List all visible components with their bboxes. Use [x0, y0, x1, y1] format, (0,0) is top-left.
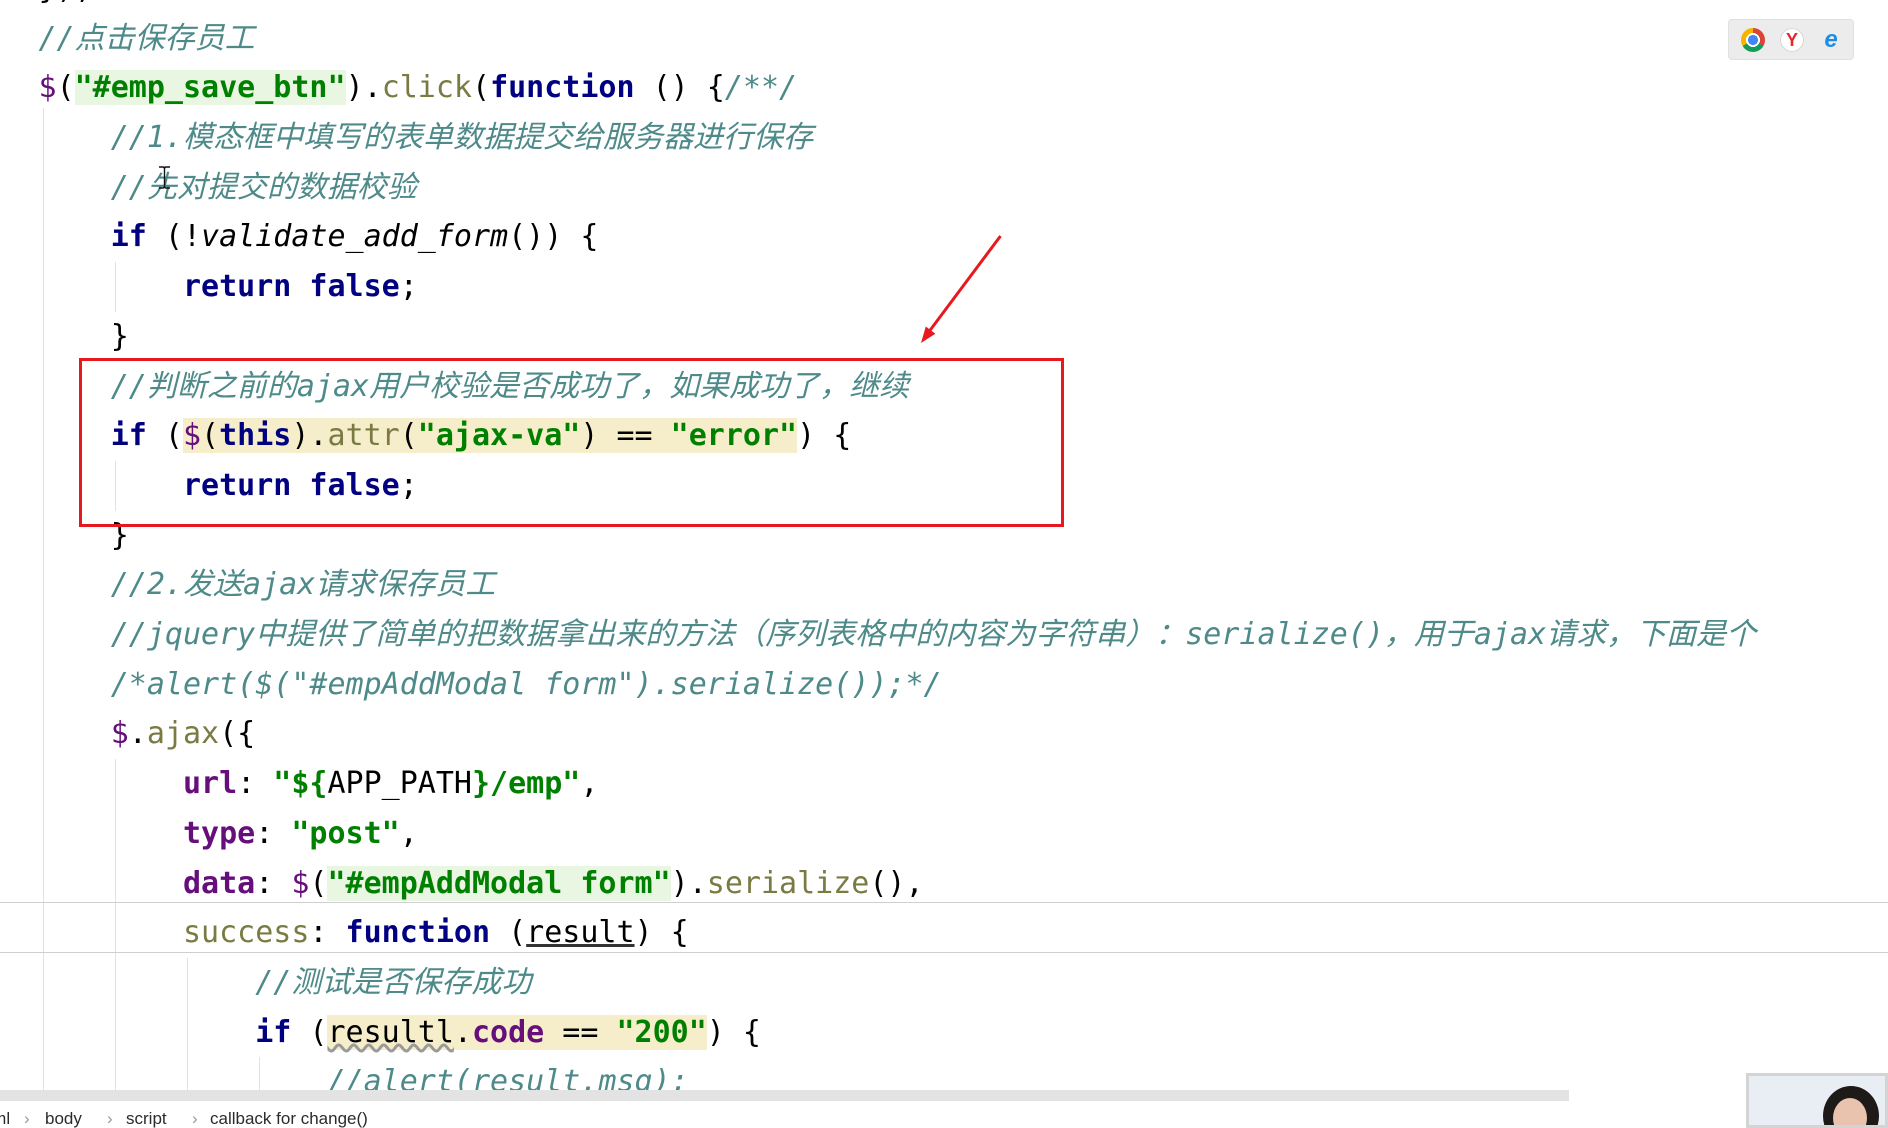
code-line[interactable]: }); [39, 0, 93, 14]
code-line[interactable]: //点击保存员工 [39, 14, 255, 64]
code-text: . [128, 716, 147, 752]
code-comment: /**/ [724, 70, 798, 106]
code-text: APP_PATH [327, 766, 472, 802]
code-comment: //2.发送ajax请求保存员工 [110, 567, 496, 603]
string-literal: "${ [273, 766, 328, 802]
code-comment: //jquery中提供了简单的把数据拿出来的方法（序列表格中的内容为字符串）：s… [110, 617, 1757, 653]
method-name: click [381, 70, 472, 106]
method-name: ajax [146, 716, 220, 752]
code-line[interactable]: /*alert($("#empAddModal form").serialize… [39, 660, 942, 710]
string-literal: "#empAddModal form" [327, 865, 671, 901]
function-call-name: validate_add_form [201, 219, 509, 255]
jquery-dollar: $ [38, 70, 57, 106]
code-text: == [544, 1014, 617, 1050]
breadcrumb-item-html[interactable]: html [0, 1109, 10, 1128]
code-text: ( [309, 865, 328, 901]
code-text: ) { [634, 915, 689, 951]
code-text: : [255, 815, 292, 851]
code-text: () { [634, 70, 725, 106]
breadcrumb-item-script[interactable]: script [126, 1109, 167, 1128]
annotation-highlight-box [79, 358, 1064, 527]
code-text: ( [472, 70, 491, 106]
code-text: ( [490, 915, 527, 951]
method-name: serialize [706, 865, 870, 901]
code-text: . [453, 1014, 472, 1050]
code-line[interactable]: url: "${APP_PATH}/emp", [39, 759, 599, 809]
code-comment: //点击保存员工 [38, 20, 255, 56]
jquery-dollar: $ [291, 865, 310, 901]
code-text: ). [345, 70, 382, 106]
keyword-token: function [490, 70, 635, 106]
breadcrumb: html › body › script › callback for chan… [0, 1103, 1746, 1128]
keyword-token: return [182, 269, 292, 305]
code-comment: //alert(result.msg); [327, 1064, 689, 1090]
code-text: ). [670, 865, 707, 901]
code-comment: //1.模态框中填写的表单数据提交给服务器进行保存 [110, 120, 813, 156]
code-text: ) { [706, 1014, 761, 1050]
breadcrumb-item-body[interactable]: body [45, 1109, 82, 1128]
code-line[interactable]: $.ajax({ [39, 709, 256, 759]
keyword-token: function [345, 915, 491, 951]
string-literal: "#emp_save_btn" [74, 70, 346, 106]
code-comment: //先对提交的数据校验 [110, 169, 417, 205]
browser-preview-toolbar: Y e [1728, 19, 1854, 60]
string-literal: "200" [616, 1014, 707, 1050]
code-text: ( [56, 70, 75, 106]
breadcrumb-item-callback[interactable]: callback for change() [210, 1109, 368, 1128]
code-text: , [580, 766, 599, 802]
code-line[interactable]: //alert(result.msg); [39, 1057, 689, 1090]
breadcrumb-separator: › [192, 1109, 198, 1128]
property-name: type [182, 815, 256, 851]
code-text: , [399, 815, 418, 851]
code-text: }); [39, 0, 93, 6]
chrome-icon[interactable] [1741, 28, 1765, 52]
string-literal: }/emp" [471, 766, 581, 802]
code-text: resultl [327, 1014, 454, 1050]
code-line[interactable]: data: $("#empAddModal form").serialize()… [39, 859, 924, 909]
code-text: : [255, 865, 292, 901]
code-text: ( [291, 1014, 328, 1050]
breadcrumb-separator: › [24, 1109, 30, 1128]
code-line[interactable]: //1.模态框中填写的表单数据提交给服务器进行保存 [39, 113, 813, 163]
string-literal: "post" [291, 815, 400, 851]
ie-icon[interactable]: e [1819, 26, 1843, 53]
code-line[interactable]: } [39, 312, 129, 362]
code-line[interactable]: return false; [39, 262, 418, 312]
jquery-dollar: $ [110, 716, 129, 752]
code-text: ({ [219, 716, 256, 752]
code-line[interactable]: //先对提交的数据校验 [39, 163, 417, 213]
property-name: code [471, 1014, 545, 1050]
code-line[interactable]: if (resultl.code == "200") { [39, 1008, 761, 1058]
code-text: : [309, 915, 346, 951]
code-text: : [237, 766, 274, 802]
code-comment: /*alert($("#empAddModal form").serialize… [110, 666, 942, 702]
code-line[interactable]: type: "post", [39, 809, 418, 859]
keyword-token: if [110, 219, 147, 255]
method-name: success [182, 915, 310, 951]
keyword-token: false [309, 269, 400, 305]
code-line[interactable]: //测试是否保存成功 [39, 958, 532, 1008]
code-comment: //测试是否保存成功 [255, 964, 532, 1000]
code-line[interactable]: //2.发送ajax请求保存员工 [39, 560, 496, 610]
code-line[interactable]: //jquery中提供了简单的把数据拿出来的方法（序列表格中的内容为字符串）：s… [39, 610, 1757, 660]
yandex-icon[interactable]: Y [1780, 28, 1804, 52]
code-line[interactable]: success: function (result) { [39, 908, 689, 958]
breadcrumb-separator: › [107, 1109, 113, 1128]
code-text: } [110, 318, 129, 354]
code-line[interactable]: if (!validate_add_form()) { [39, 212, 599, 262]
keyword-token: if [255, 1014, 292, 1050]
code-text: ()) { [508, 219, 599, 255]
code-text: (! [146, 219, 202, 255]
property-name: data [182, 865, 256, 901]
code-text: ; [399, 269, 418, 305]
code-editor[interactable]: });//点击保存员工$("#emp_save_btn").click(func… [0, 0, 1888, 1090]
property-name: url [182, 766, 238, 802]
code-text: result [526, 915, 635, 951]
code-text: (), [869, 865, 924, 901]
webcam-overlay [1746, 1073, 1888, 1128]
horizontal-scrollbar[interactable] [0, 1090, 1569, 1101]
text-cursor-icon [159, 166, 170, 189]
code-line[interactable]: $("#emp_save_btn").click(function () {/*… [38, 63, 798, 113]
